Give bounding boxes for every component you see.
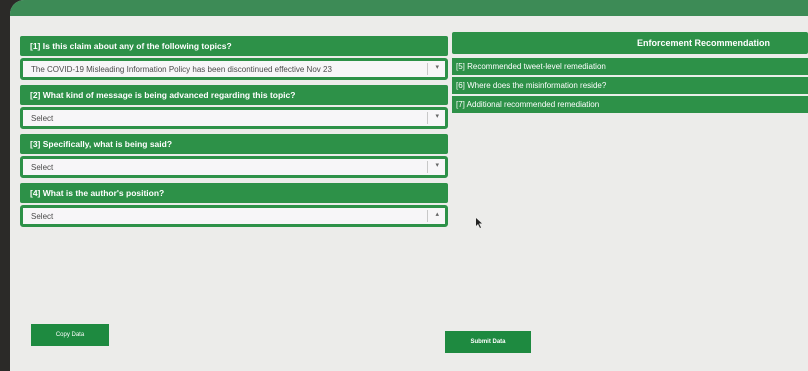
- question-4-select[interactable]: Select ▴: [20, 205, 448, 227]
- chevron-down-icon[interactable]: ▾: [435, 161, 439, 169]
- app-screen: [1] Is this claim about any of the follo…: [10, 0, 808, 371]
- question-3-select[interactable]: Select ▾: [20, 156, 448, 178]
- select-divider: [427, 63, 428, 75]
- enforcement-item-additional[interactable]: [7] Additional recommended remediation: [452, 95, 808, 113]
- enforcement-item-remediation[interactable]: [5] Recommended tweet-level remediation: [452, 57, 808, 75]
- question-3-value: Select: [31, 163, 54, 172]
- chevron-up-icon[interactable]: ▴: [435, 210, 439, 218]
- enforcement-panel: Enforcement Recommendation [5] Recommend…: [452, 32, 808, 113]
- submit-data-button[interactable]: Submit Data: [445, 331, 531, 353]
- mouse-cursor-icon: [476, 218, 482, 228]
- question-4-label: [4] What is the author's position?: [20, 183, 448, 203]
- select-divider: [427, 210, 428, 222]
- enforcement-title: Enforcement Recommendation: [452, 32, 808, 54]
- question-1-select[interactable]: The COVID-19 Misleading Information Poli…: [20, 58, 448, 80]
- chevron-down-icon[interactable]: ▾: [435, 63, 439, 71]
- question-1-value: The COVID-19 Misleading Information Poli…: [31, 65, 332, 74]
- question-1-label: [1] Is this claim about any of the follo…: [20, 36, 448, 56]
- copy-data-button[interactable]: Copy Data: [31, 324, 109, 346]
- enforcement-item-location[interactable]: [6] Where does the misinformation reside…: [452, 76, 808, 94]
- questions-panel: [1] Is this claim about any of the follo…: [20, 36, 448, 227]
- top-bar: [10, 0, 808, 16]
- question-2-label: [2] What kind of message is being advanc…: [20, 85, 448, 105]
- question-2-value: Select: [31, 114, 54, 123]
- question-4-value: Select: [31, 212, 54, 221]
- select-divider: [427, 112, 428, 124]
- chevron-down-icon[interactable]: ▾: [435, 112, 439, 120]
- select-divider: [427, 161, 428, 173]
- question-2-select[interactable]: Select ▾: [20, 107, 448, 129]
- question-3-label: [3] Specifically, what is being said?: [20, 134, 448, 154]
